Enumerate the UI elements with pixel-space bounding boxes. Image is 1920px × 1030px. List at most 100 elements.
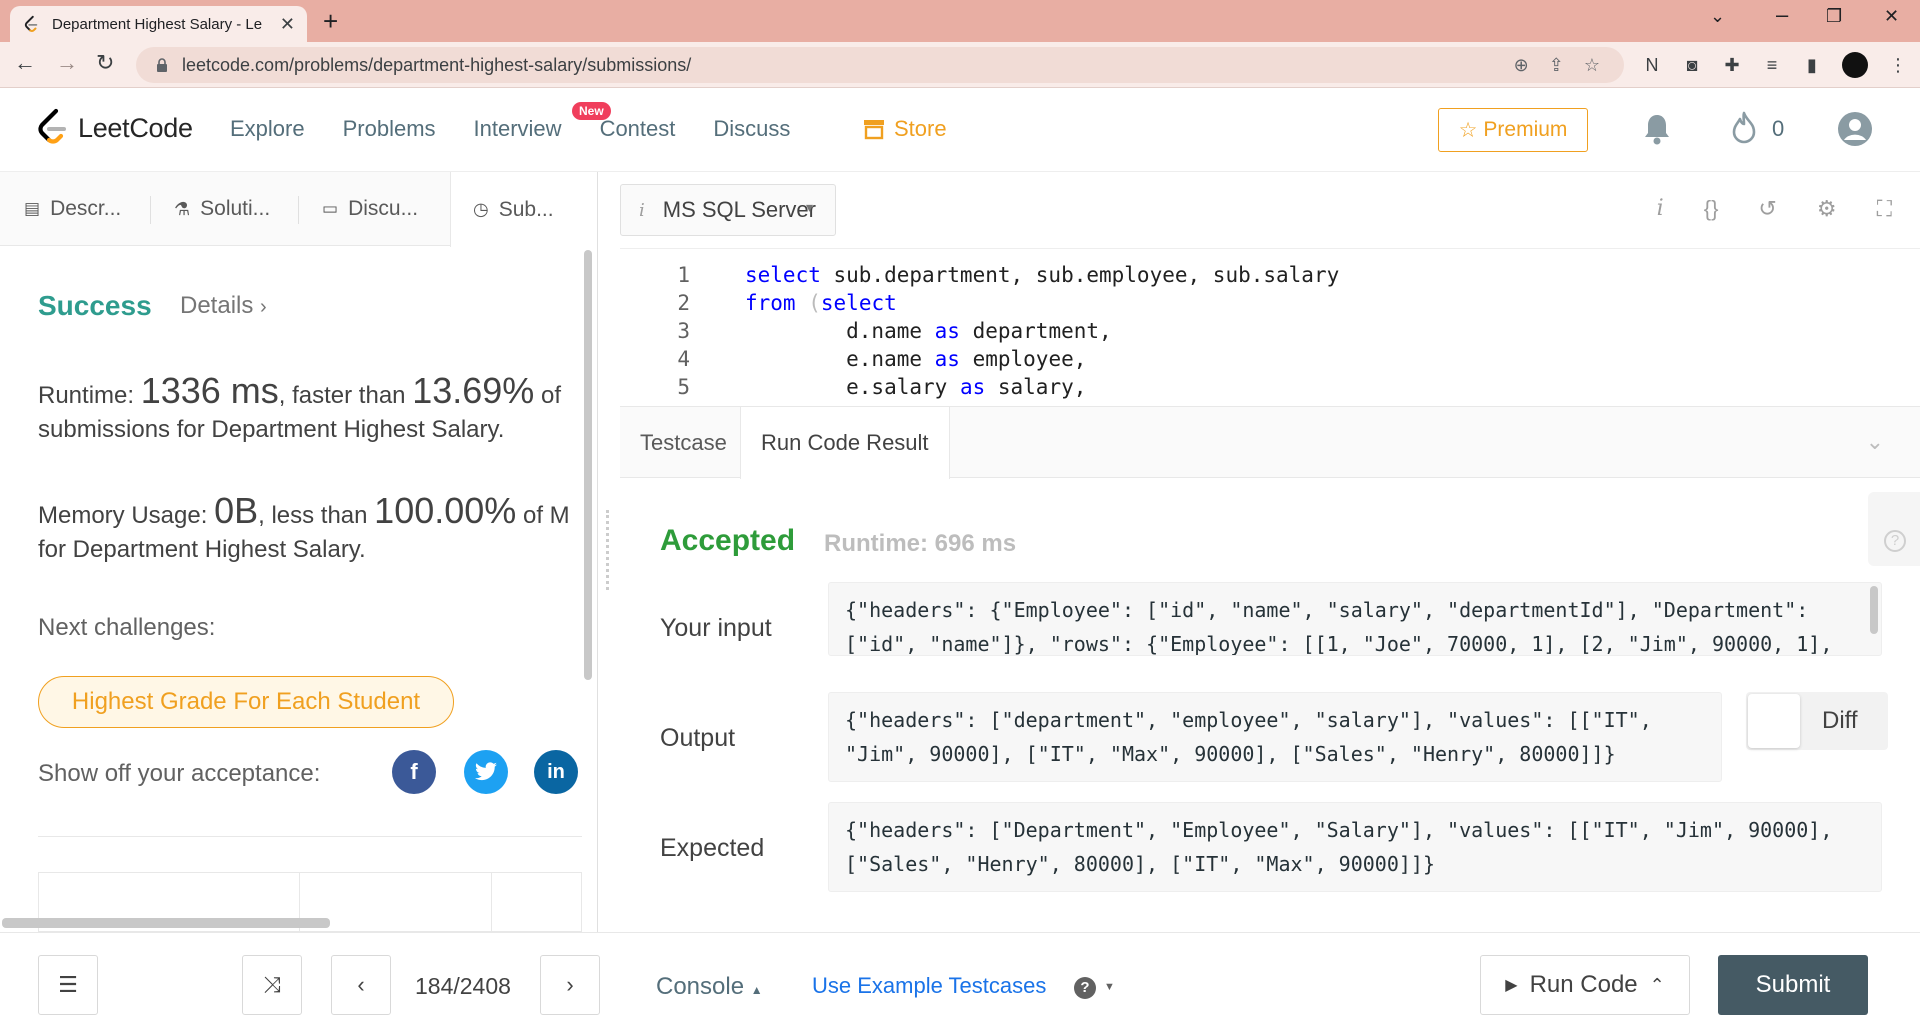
floating-panel-toggle[interactable] [1868, 492, 1920, 566]
language-select[interactable]: i MS SQL Server ▾ [620, 184, 836, 236]
result-status: Accepted [660, 524, 796, 557]
problem-panel: ▤ Descr... ⚗ Soluti... ▭ Discu... ◷ Sub.… [0, 172, 598, 932]
tab-discuss[interactable]: ▭ Discu... [322, 172, 418, 246]
tab-description[interactable]: ▤ Descr... [24, 172, 121, 246]
premium-button[interactable]: ☆ Premium [1438, 108, 1588, 152]
info-icon[interactable]: i [1657, 196, 1664, 222]
forward-button[interactable]: → [56, 50, 78, 76]
tab-search-icon[interactable]: ⌄ [1710, 6, 1725, 27]
help-icon[interactable]: ? [1884, 530, 1906, 552]
close-tab-icon[interactable]: ✕ [280, 14, 295, 35]
sql-keyword: select [745, 263, 821, 287]
sql-keyword: as [959, 375, 986, 399]
diff-toggle-knob [1748, 694, 1800, 748]
close-window-button[interactable]: ✕ [1884, 6, 1899, 27]
list-icon: ☰ [58, 972, 78, 997]
browser-tab[interactable]: Department Highest Salary - Le ✕ [10, 6, 307, 42]
brand-name: LeetCode [78, 112, 193, 143]
horizontal-scrollbar[interactable] [2, 918, 330, 928]
zoom-icon[interactable]: ⊕ [1514, 55, 1529, 76]
caret-up-icon: ▲ [750, 983, 763, 997]
leetcode-logo[interactable]: LeetCode [36, 108, 193, 148]
facebook-share-icon[interactable]: f [392, 750, 436, 794]
use-example-testcases-link[interactable]: Use Example Testcases [812, 973, 1046, 999]
extensions-puzzle-icon[interactable]: ✚ [1722, 55, 1742, 76]
line-number: 2 [677, 291, 690, 315]
media-queue-icon[interactable]: ≡ [1762, 55, 1782, 76]
notification-bell-icon[interactable] [1642, 112, 1672, 146]
reset-icon[interactable]: ↺ [1758, 196, 1776, 222]
panel-resize-handle[interactable] [606, 510, 610, 590]
code-token: ( [808, 291, 821, 315]
reload-button[interactable]: ↻ [96, 50, 114, 76]
sql-keyword: from [745, 291, 796, 315]
new-tab-button[interactable]: + [323, 6, 338, 37]
diff-toggle[interactable]: Diff [1746, 692, 1888, 750]
previous-problem-button[interactable]: ‹ [331, 955, 391, 1015]
browser-menu-icon[interactable]: ⋮ [1888, 55, 1908, 76]
nav-discuss[interactable]: Discuss [713, 116, 790, 142]
tab-testcase[interactable]: Testcase [620, 407, 747, 479]
console-label: Console [656, 973, 745, 1000]
info-icon: i [639, 199, 645, 221]
streak-flame-icon[interactable] [1728, 110, 1760, 146]
restore-window-button[interactable]: ❐ [1826, 6, 1842, 27]
help-icon[interactable]: ? [1074, 977, 1096, 999]
vertical-scrollbar[interactable] [584, 250, 592, 680]
tab-submissions[interactable]: ◷ Sub... [450, 172, 597, 247]
code-token: department, [959, 319, 1112, 343]
random-problem-button[interactable]: ⤨ [242, 955, 302, 1015]
minimize-window-button[interactable]: – [1776, 2, 1788, 28]
leetcode-logo-icon [38, 108, 66, 144]
code-token: d.name [745, 319, 935, 343]
nav-problems[interactable]: Problems [343, 116, 436, 142]
linkedin-share-icon[interactable]: in [534, 750, 578, 794]
premium-label: Premium [1483, 118, 1568, 141]
console-button[interactable]: Console ▲ [656, 973, 763, 1001]
show-off-label: Show off your acceptance: [38, 760, 321, 787]
nav-store[interactable]: Store [862, 116, 947, 142]
settings-gear-icon[interactable]: ⚙ [1817, 196, 1837, 222]
runtime-value: 1336 ms [140, 370, 279, 411]
details-link[interactable]: Details › [180, 292, 267, 320]
nav-interview[interactable]: Interview [474, 116, 562, 142]
tab-label: Sub... [498, 197, 554, 221]
caret-down-icon[interactable]: ▼ [1104, 981, 1115, 993]
share-icon[interactable]: ⇪ [1549, 55, 1564, 76]
fullscreen-icon[interactable]: ⛶ [1877, 196, 1892, 222]
twitter-share-icon[interactable] [464, 750, 508, 794]
address-bar[interactable]: leetcode.com/problems/department-highest… [136, 47, 1624, 83]
sql-keyword: as [934, 319, 960, 343]
star-icon: ☆ [1458, 118, 1478, 142]
memory-percentile: 100.00% [374, 490, 517, 531]
next-problem-button[interactable]: › [540, 955, 600, 1015]
chevron-down-icon[interactable]: ⌄ [1866, 429, 1884, 455]
tab-solution[interactable]: ⚗ Soluti... [174, 172, 270, 246]
code-text: from (select [745, 291, 897, 315]
profile-avatar[interactable] [1842, 52, 1868, 78]
bookmark-star-icon[interactable]: ☆ [1584, 55, 1600, 76]
code-editor[interactable]: 1 select sub.department, sub.employee, su… [620, 248, 1920, 404]
code-text: e.name as employee, [745, 347, 1086, 371]
back-button[interactable]: ← [14, 50, 36, 76]
nav-contest[interactable]: Contest [600, 116, 676, 142]
tab-run-code-result[interactable]: Run Code Result [740, 407, 950, 479]
user-avatar-icon[interactable] [1836, 110, 1874, 148]
problem-list-button[interactable]: ☰ [38, 955, 98, 1015]
result-runtime: Runtime: 696 ms [824, 530, 1017, 557]
nav-explore[interactable]: Explore [230, 116, 305, 142]
code-text: d.name as department, [745, 319, 1112, 343]
run-code-button[interactable]: ▶ Run Code ⌃ [1480, 955, 1690, 1015]
camera-extension-icon[interactable]: ◙ [1682, 55, 1702, 76]
side-panel-icon[interactable]: ▮ [1802, 55, 1822, 76]
submit-button[interactable]: Submit [1718, 955, 1868, 1015]
tab-label: Discu... [348, 197, 419, 220]
memory-prefix: Memory Usage: [38, 502, 215, 529]
code-braces-icon[interactable]: {} [1704, 196, 1719, 222]
problem-pager: 184/2408 [415, 973, 511, 999]
runtime-stat-line2: submissions for Department Highest Salar… [38, 416, 505, 443]
challenge-chip[interactable]: Highest Grade For Each Student [38, 676, 454, 728]
notion-extension-icon[interactable]: N [1642, 55, 1662, 76]
input-scrollbar[interactable] [1870, 586, 1878, 634]
